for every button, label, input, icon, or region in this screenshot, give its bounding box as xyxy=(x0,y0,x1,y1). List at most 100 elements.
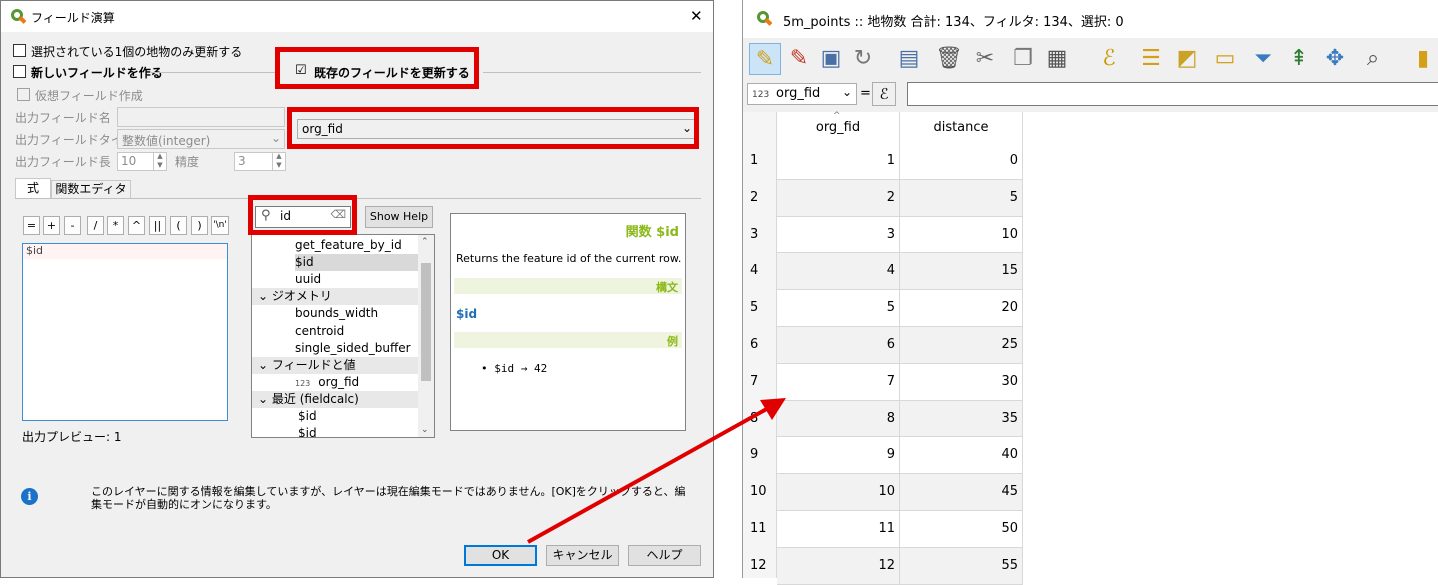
cell-distance[interactable]: 15 xyxy=(900,253,1023,291)
help-button[interactable]: ヘルプ xyxy=(628,545,701,566)
move-top-icon[interactable]: ⇞ xyxy=(1283,43,1315,75)
invert-selection-icon[interactable]: ◩ xyxy=(1171,43,1203,75)
operator-open-paren-button[interactable]: ( xyxy=(170,216,187,235)
cell-org-fid[interactable]: 8 xyxy=(777,400,900,438)
operator-minus-button[interactable]: - xyxy=(64,216,81,235)
cell-org-fid[interactable]: 2 xyxy=(777,179,900,217)
function-tree-item[interactable]: $id xyxy=(295,254,418,272)
virtual-field-checkbox[interactable] xyxy=(17,88,30,101)
function-tree[interactable]: ⌃ ⌄ get_feature_by_id $id uuid ⌄ ジオメトリ bound… xyxy=(251,234,435,438)
operator-plus-button[interactable]: + xyxy=(43,216,60,235)
paste-icon[interactable]: ▦ xyxy=(1041,43,1073,75)
close-icon[interactable]: ✕ xyxy=(690,7,703,25)
row-number[interactable]: 1 xyxy=(743,153,777,168)
expression-epsilon-button[interactable]: ℰ xyxy=(872,82,896,106)
row-number[interactable]: 7 xyxy=(743,374,777,389)
row-number[interactable]: 2 xyxy=(743,190,777,205)
delete-icon[interactable]: 🗑 xyxy=(933,43,965,75)
column-header-org-fid[interactable]: ^ org_fid xyxy=(777,111,900,143)
pencil-icon[interactable]: ✎ xyxy=(749,43,781,75)
cell-org-fid[interactable]: 12 xyxy=(777,547,900,585)
field-selector[interactable]: 123 org_fid ⌄ xyxy=(747,83,857,105)
deselect-icon[interactable]: ▭ xyxy=(1209,43,1241,75)
ok-button[interactable]: OK xyxy=(464,545,537,566)
cell-distance[interactable]: 5 xyxy=(900,179,1023,217)
spinbox-arrows-icon[interactable]: ▲ ▼ xyxy=(153,152,166,171)
expand-chevron-icon[interactable]: ⌄ xyxy=(258,392,272,406)
function-tree-group[interactable]: ⌄ フィールドと値 xyxy=(252,356,418,374)
multi-edit-icon[interactable]: ✎ xyxy=(783,43,815,75)
precision-input[interactable]: 3 ▲ ▼ xyxy=(234,152,286,171)
function-tree-item[interactable]: $id xyxy=(298,408,434,425)
copy-icon[interactable]: ❐ xyxy=(1007,43,1039,75)
cell-distance[interactable]: 35 xyxy=(900,400,1023,438)
function-tree-item[interactable]: centroid xyxy=(295,323,434,340)
function-tree-item[interactable]: bounds_width xyxy=(295,305,434,322)
function-tree-group[interactable]: ⌄ ジオメトリ xyxy=(252,288,418,306)
column-header-distance[interactable]: distance xyxy=(900,112,1023,143)
tab-function-editor[interactable]: 関数エディタ xyxy=(51,180,131,198)
cell-org-fid[interactable]: 4 xyxy=(777,253,900,291)
row-number[interactable]: 6 xyxy=(743,337,777,352)
operator-newline-button[interactable]: '\n' xyxy=(211,216,229,235)
cell-distance[interactable]: 20 xyxy=(900,290,1023,327)
only-selected-checkbox[interactable] xyxy=(13,44,26,57)
row-number[interactable]: 11 xyxy=(743,521,777,536)
cell-distance[interactable]: 30 xyxy=(900,363,1023,401)
operator-power-button[interactable]: ^ xyxy=(128,216,145,235)
operator-equals-button[interactable]: = xyxy=(23,216,40,235)
add-feature-icon[interactable]: ▤ xyxy=(893,43,925,75)
output-type-select[interactable]: 整数値(integer) ⌄ xyxy=(117,129,285,149)
cell-org-fid[interactable]: 1 xyxy=(777,143,900,180)
output-length-input[interactable]: 10 ▲ ▼ xyxy=(117,152,167,171)
spinbox-arrows-icon[interactable]: ▲ ▼ xyxy=(272,152,285,171)
pan-to-selection-icon[interactable]: ✥ xyxy=(1319,43,1351,75)
row-number[interactable]: 12 xyxy=(743,558,777,573)
operator-multiply-button[interactable]: * xyxy=(107,216,124,235)
cell-distance[interactable]: 25 xyxy=(900,327,1023,364)
cell-org-fid[interactable]: 9 xyxy=(777,437,900,475)
cell-distance[interactable]: 45 xyxy=(900,474,1023,511)
more-icon[interactable]: ▮ xyxy=(1407,43,1438,75)
cell-distance[interactable]: 10 xyxy=(900,216,1023,254)
cell-org-fid[interactable]: 3 xyxy=(777,216,900,254)
cell-distance[interactable]: 50 xyxy=(900,511,1023,548)
expression-editor[interactable]: $id xyxy=(22,243,228,421)
row-number[interactable]: 3 xyxy=(743,227,777,242)
operator-concat-button[interactable]: || xyxy=(149,216,166,235)
save-icon[interactable]: ▣ xyxy=(815,43,847,75)
tab-expression[interactable]: 式 xyxy=(15,178,51,198)
operator-divide-button[interactable]: / xyxy=(87,216,104,235)
zoom-to-selection-icon[interactable]: ⌕ xyxy=(1357,43,1389,75)
function-tree-item[interactable]: single_sided_buffer xyxy=(295,340,434,357)
row-number[interactable]: 5 xyxy=(743,300,777,315)
expand-chevron-icon[interactable]: ⌄ xyxy=(258,289,272,303)
function-tree-item[interactable]: $id xyxy=(298,425,434,437)
cell-distance[interactable]: 40 xyxy=(900,437,1023,475)
row-number[interactable]: 8 xyxy=(743,411,777,426)
cell-org-fid[interactable]: 11 xyxy=(777,511,900,548)
new-field-checkbox[interactable] xyxy=(13,65,26,78)
select-all-icon[interactable]: ☰ xyxy=(1135,43,1167,75)
expression-select-icon[interactable]: ℰ xyxy=(1093,43,1125,75)
expand-chevron-icon[interactable]: ⌄ xyxy=(258,358,272,372)
field-expression-input[interactable] xyxy=(907,82,1438,106)
cell-distance[interactable]: 0 xyxy=(900,143,1023,180)
row-number[interactable]: 9 xyxy=(743,447,777,462)
output-name-input[interactable] xyxy=(117,107,285,127)
row-number[interactable]: 10 xyxy=(743,484,777,499)
cell-distance[interactable]: 55 xyxy=(900,547,1023,585)
show-help-button[interactable]: Show Help xyxy=(365,206,433,228)
cancel-button[interactable]: キャンセル xyxy=(546,545,619,566)
function-tree-group[interactable]: ⌄ 最近 (fieldcalc) xyxy=(252,390,418,408)
cell-org-fid[interactable]: 5 xyxy=(777,290,900,327)
filter-icon[interactable]: ⏷ xyxy=(1247,43,1279,75)
cut-icon[interactable]: ✂ xyxy=(969,43,1001,75)
function-tree-item[interactable]: 123 org_fid xyxy=(295,374,434,391)
cell-org-fid[interactable]: 7 xyxy=(777,363,900,401)
cell-org-fid[interactable]: 10 xyxy=(777,474,900,511)
function-tree-item[interactable]: uuid xyxy=(295,271,434,288)
reload-icon[interactable]: ↻ xyxy=(847,43,879,75)
function-tree-item[interactable]: get_feature_by_id xyxy=(295,237,434,254)
cell-org-fid[interactable]: 6 xyxy=(777,327,900,364)
